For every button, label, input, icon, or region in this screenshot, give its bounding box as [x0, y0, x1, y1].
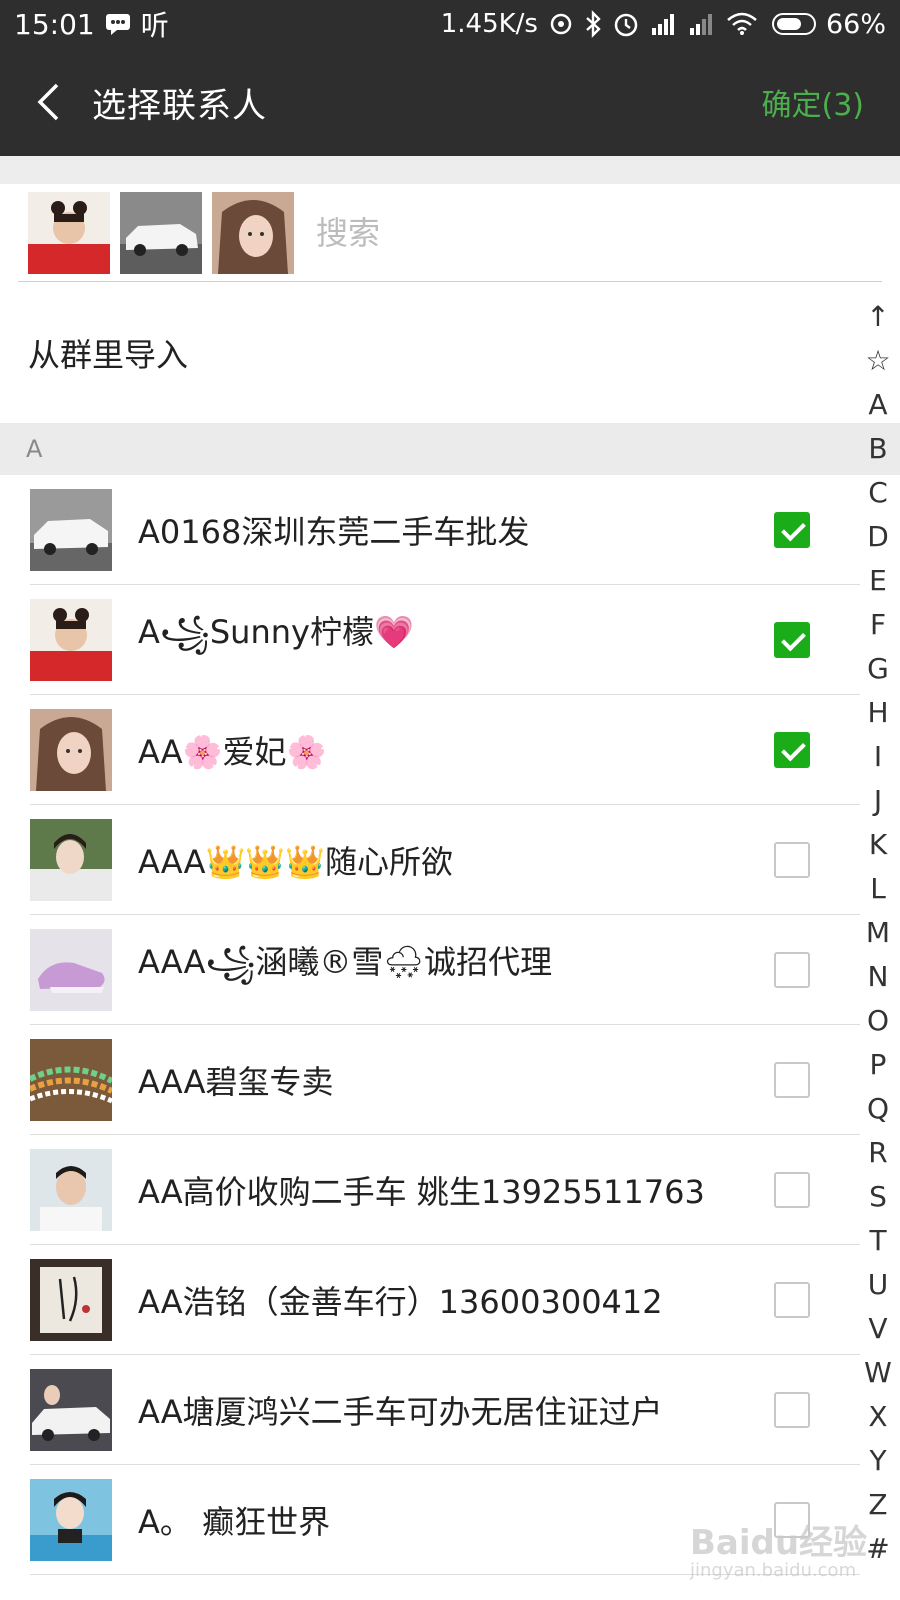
contact-row[interactable]: AA🌸爱妃🌸 — [0, 695, 860, 805]
index-letter[interactable]: M — [856, 916, 900, 949]
index-letter[interactable]: W — [856, 1356, 900, 1389]
contact-avatar — [30, 1369, 112, 1451]
index-letter[interactable]: P — [856, 1048, 900, 1081]
contact-name: AA🌸爱妃🌸 — [138, 733, 327, 771]
network-speed: 1.45K/s — [440, 9, 538, 39]
contact-name: AA浩铭（金善车行）13600300412 — [138, 1283, 663, 1321]
message-icon — [105, 13, 131, 35]
wifi-icon — [726, 12, 758, 36]
index-letter[interactable]: R — [856, 1136, 900, 1169]
contact-checkbox[interactable] — [774, 732, 810, 768]
nav-bar: 选择联系人 确定(3) — [0, 48, 900, 156]
back-arrow-icon[interactable] — [28, 82, 68, 122]
index-letter[interactable]: ↑ — [856, 300, 900, 333]
selected-avatar[interactable] — [212, 191, 294, 274]
index-letter[interactable]: E — [856, 564, 900, 597]
contact-name: AAA👑👑👑随心所欲 — [138, 843, 453, 881]
contact-avatar — [30, 709, 112, 791]
alphabet-index-bar[interactable]: ↑ ☆ A B C D E F G H I J K L M N O P Q R S T U V W X Y Z # — [856, 300, 900, 1600]
status-time: 15:01 — [14, 7, 95, 41]
selected-contacts-bar — [18, 184, 882, 282]
contact-row[interactable]: AA塘厦鸿兴二手车可办无居住证过户 — [0, 1355, 860, 1465]
index-letter[interactable]: B — [856, 432, 900, 465]
contact-avatar — [30, 599, 112, 681]
signal-icon — [650, 12, 678, 36]
index-letter[interactable]: A — [856, 388, 900, 421]
battery-percent: 66% — [825, 8, 886, 40]
contact-avatar — [30, 489, 112, 571]
confirm-button[interactable]: 确定(3) — [762, 80, 865, 124]
listen-app-label: 听 — [140, 9, 169, 42]
contact-name: AA高价收购二手车 姚生13925511763 — [138, 1173, 705, 1211]
section-header: A — [0, 423, 900, 475]
contact-row[interactable]: AAA碧玺专卖 — [0, 1025, 860, 1135]
watermark-url: jingyan.baidu.com — [690, 1560, 857, 1581]
status-bar: 15:01 听 1.45K/s 66% — [0, 0, 900, 48]
section-letter: A — [26, 435, 43, 463]
alarm-icon — [612, 10, 640, 38]
selected-avatar[interactable] — [28, 191, 110, 274]
battery-icon — [771, 13, 816, 35]
index-letter[interactable]: S — [856, 1180, 900, 1213]
contact-checkbox[interactable] — [774, 1062, 810, 1098]
contact-name: AAA碧玺专卖 — [138, 1063, 334, 1101]
contact-avatar — [30, 1259, 112, 1341]
index-letter[interactable]: N — [856, 960, 900, 993]
index-letter[interactable]: C — [856, 476, 900, 509]
contact-row[interactable]: AA高价收购二手车 姚生13925511763 — [0, 1135, 860, 1245]
index-letter[interactable]: V — [856, 1312, 900, 1345]
index-letter[interactable]: U — [856, 1268, 900, 1301]
contact-avatar — [30, 929, 112, 1011]
contact-checkbox[interactable] — [774, 512, 810, 548]
contact-name: AAA꧁涵曦®雪🌨诚招代理 — [138, 943, 553, 981]
contact-checkbox[interactable] — [774, 1172, 810, 1208]
index-letter[interactable]: I — [856, 740, 900, 773]
sync-icon — [548, 11, 574, 37]
contact-row[interactable]: A0168深圳东莞二手车批发 — [0, 475, 860, 585]
contact-avatar — [30, 819, 112, 901]
signal-icon-2 — [688, 12, 716, 36]
contact-name: AA塘厦鸿兴二手车可办无居住证过户 — [138, 1393, 663, 1431]
contact-list: A0168深圳东莞二手车批发 A꧁Sunny柠檬💗 AA🌸爱妃🌸 AAA👑👑👑随… — [0, 475, 860, 1575]
contact-row[interactable]: AAA👑👑👑随心所欲 — [0, 805, 860, 915]
index-letter[interactable]: Q — [856, 1092, 900, 1125]
index-letter[interactable]: ☆ — [856, 344, 900, 377]
index-letter[interactable]: K — [856, 828, 900, 861]
contact-name: A꧁Sunny柠檬💗 — [138, 613, 414, 651]
page-title: 选择联系人 — [92, 85, 267, 126]
index-letter[interactable]: H — [856, 696, 900, 729]
watermark: Baidu经验 — [690, 1523, 868, 1563]
index-letter[interactable]: D — [856, 520, 900, 553]
search-input[interactable] — [314, 212, 718, 253]
contact-checkbox[interactable] — [774, 842, 810, 878]
contact-row[interactable]: AAA꧁涵曦®雪🌨诚招代理 — [0, 915, 860, 1025]
index-letter[interactable]: F — [856, 608, 900, 641]
index-letter[interactable]: G — [856, 652, 900, 685]
import-from-group-label: 从群里导入 — [28, 336, 189, 374]
selected-avatar[interactable] — [120, 191, 202, 274]
contact-avatar — [30, 1479, 112, 1561]
contact-row[interactable]: A꧁Sunny柠檬💗 — [0, 585, 860, 695]
contact-checkbox[interactable] — [774, 952, 810, 988]
contact-checkbox[interactable] — [774, 1282, 810, 1318]
import-from-group-row[interactable]: 从群里导入 — [0, 283, 860, 423]
contact-name: A。 癫狂世界 — [138, 1503, 331, 1541]
index-letter[interactable]: L — [856, 872, 900, 905]
bluetooth-icon — [584, 10, 602, 38]
index-letter[interactable]: X — [856, 1400, 900, 1433]
contact-avatar — [30, 1149, 112, 1231]
index-letter[interactable]: J — [856, 784, 900, 817]
contact-avatar — [30, 1039, 112, 1121]
index-letter[interactable]: Y — [856, 1444, 900, 1477]
contact-checkbox[interactable] — [774, 1392, 810, 1428]
contact-name: A0168深圳东莞二手车批发 — [138, 513, 530, 551]
index-letter[interactable]: O — [856, 1004, 900, 1037]
contact-checkbox[interactable] — [774, 622, 810, 658]
contact-row[interactable]: AA浩铭（金善车行）13600300412 — [0, 1245, 860, 1355]
index-letter[interactable]: T — [856, 1224, 900, 1257]
header-gap — [0, 156, 900, 184]
